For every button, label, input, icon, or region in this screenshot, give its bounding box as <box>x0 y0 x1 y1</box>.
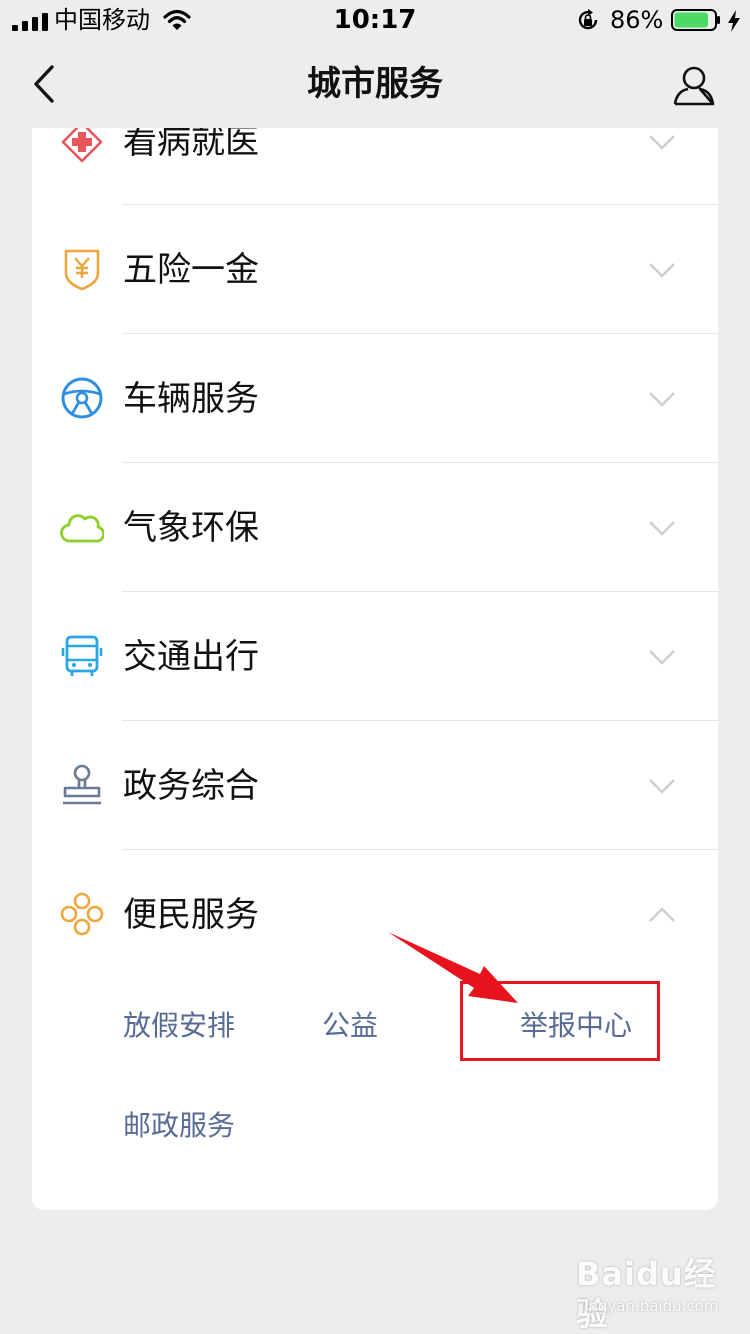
charging-bolt-icon <box>728 10 740 32</box>
page-title: 城市服务 <box>307 64 443 104</box>
steering-wheel-icon <box>61 377 103 419</box>
watermark-brand: Baidu经验 <box>576 1255 717 1333</box>
flower-icon <box>60 892 104 936</box>
yuan-shield-icon <box>64 249 100 291</box>
battery-percent: 86% <box>610 6 664 34</box>
chevron-down-icon <box>649 392 675 407</box>
category-label: 便民服务 <box>123 895 259 935</box>
chevron-up-icon <box>649 907 675 922</box>
navigation-bar: 城市服务 <box>0 40 750 128</box>
watermark-url: jingyan.baidu.com <box>580 1297 719 1315</box>
stamp-icon <box>63 764 101 805</box>
category-label: 车辆服务 <box>123 379 259 419</box>
cloud-icon <box>60 514 104 543</box>
bus-icon <box>61 635 103 676</box>
person-icon[interactable] <box>672 64 716 108</box>
chevron-down-icon <box>649 650 675 665</box>
category-row-government[interactable]: 政务综合 <box>32 721 718 850</box>
category-row-transport[interactable]: 交通出行 <box>32 592 718 721</box>
sub-item-postal-service[interactable]: 邮政服务 <box>123 1109 235 1143</box>
rotation-lock-icon <box>578 9 598 30</box>
category-row-weather[interactable]: 气象环保 <box>32 463 718 592</box>
battery-icon <box>671 9 720 31</box>
category-label: 看病就医 <box>123 128 259 162</box>
chevron-down-icon <box>649 263 675 278</box>
chevron-down-icon <box>649 135 675 150</box>
category-row-vehicle[interactable]: 车辆服务 <box>32 334 718 463</box>
watermark: Baidu经验 jingyan.baidu.com <box>576 1254 726 1333</box>
annotation-arrow-icon <box>388 932 518 1003</box>
category-label: 政务综合 <box>123 766 259 806</box>
chevron-down-icon <box>649 779 675 794</box>
category-label: 交通出行 <box>123 637 259 677</box>
category-row-insurance[interactable]: 五险一金 <box>32 205 718 334</box>
status-bar: 中国移动 10:17 86% <box>0 0 750 40</box>
sub-item-holiday-schedule[interactable]: 放假安排 <box>123 1009 235 1043</box>
category-label: 五险一金 <box>123 250 259 290</box>
category-row-convenience[interactable]: 便民服务 <box>32 850 718 979</box>
sub-item-public-welfare[interactable]: 公益 <box>322 1009 378 1043</box>
medical-cross-icon <box>61 128 103 163</box>
category-row-medical[interactable]: 看病就医 <box>32 128 718 205</box>
chevron-down-icon <box>649 521 675 536</box>
category-label: 气象环保 <box>123 508 259 548</box>
